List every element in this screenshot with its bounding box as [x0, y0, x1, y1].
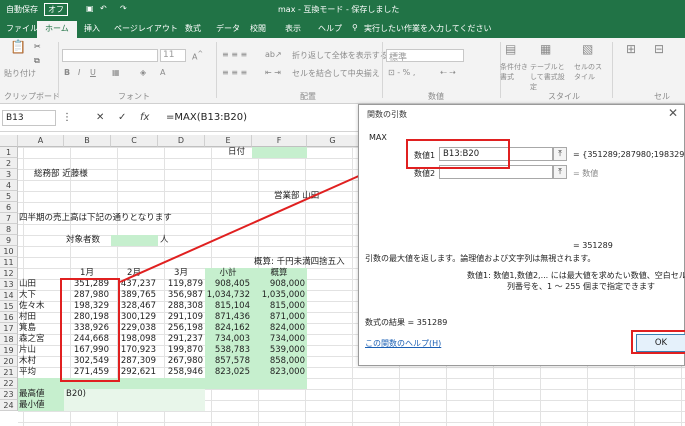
- function-name: MAX: [369, 133, 387, 142]
- dialog-result-value: = 351289: [573, 241, 613, 250]
- dialog-title: 関数の引数: [367, 110, 407, 119]
- arg2-label: 数値2: [414, 169, 436, 178]
- arg1-label: 数値1: [414, 151, 436, 160]
- arg1-input[interactable]: B13:B20: [439, 147, 553, 161]
- arg1-result: = {351289;287980;198329;2: [573, 150, 685, 159]
- ok-button[interactable]: OK: [636, 334, 685, 352]
- arg2-input[interactable]: [439, 165, 553, 179]
- arg-help-line2: 列番号を、1 〜 255 個まで指定できます: [507, 282, 655, 291]
- function-description: 引数の最大値を返します。論理値および文字列は無視されます。: [365, 254, 596, 263]
- arg2-result: = 数値: [573, 169, 599, 178]
- function-arguments-dialog: 関数の引数 ✕ MAX 数値1 B13:B20 ⤒ = {351289;2879…: [358, 104, 685, 366]
- collapse-dialog-icon[interactable]: ⤒: [553, 165, 567, 179]
- formula-result: 数式の結果 = 351289: [365, 318, 448, 327]
- collapse-dialog-icon[interactable]: ⤒: [553, 147, 567, 161]
- close-icon[interactable]: ✕: [668, 106, 678, 120]
- help-link[interactable]: この関数のヘルプ(H): [365, 338, 441, 349]
- arg-help-line1: 数値1: 数値1,数値2,... には最大値を求めたい数値、空白セル、論: [467, 271, 685, 280]
